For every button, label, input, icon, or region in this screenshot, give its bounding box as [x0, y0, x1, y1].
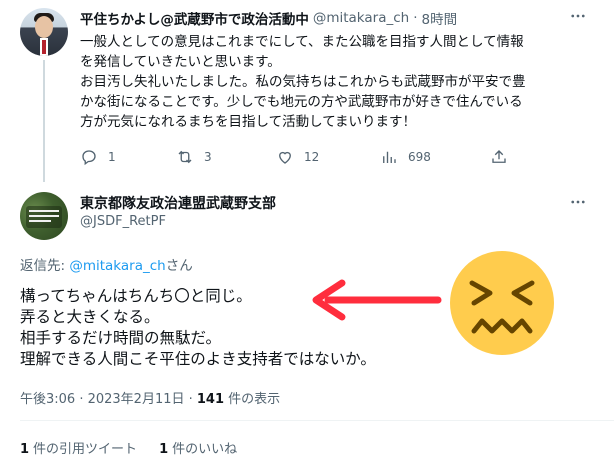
- like-count: 1: [159, 442, 169, 457]
- like-label: 件のいいね: [172, 442, 238, 457]
- retweet-icon: [178, 150, 192, 164]
- tweet-text-line: 理解できる人間こそ平住のよき支持者ではないか。: [20, 350, 376, 368]
- reply-prefix: 返信先:: [20, 258, 70, 274]
- avatar[interactable]: [20, 8, 68, 56]
- red-arrow: [312, 279, 442, 321]
- separator-dot: ·: [413, 10, 418, 26]
- reply-icon: [82, 150, 96, 166]
- tweet-parent[interactable]: 平住ちかよし@武蔵野市で政治活動中 @mitakara_ch · 8時間 一般人…: [0, 0, 614, 182]
- tweet-time[interactable]: 8時間: [422, 8, 458, 28]
- like-count: 12: [304, 150, 320, 164]
- views-label: 件の表示: [224, 392, 281, 407]
- like-icon: [279, 151, 291, 164]
- views-count: 698: [408, 150, 431, 164]
- user-handle[interactable]: @mitakara_ch: [313, 10, 409, 26]
- quote-tweets-link[interactable]: 1 件の引用ツイート: [20, 438, 137, 457]
- quote-label: 件の引用ツイート: [33, 442, 138, 457]
- avatar[interactable]: [20, 192, 68, 240]
- reply-suffix: さん: [165, 258, 193, 274]
- retweet-button[interactable]: 3: [176, 147, 212, 167]
- more-icon[interactable]: [568, 6, 588, 26]
- tweet-text-line: お目汚し失礼いたしました。私の気持ちはこれからも武蔵野市が平安で豊: [80, 74, 526, 90]
- tweet-text-line: 相手するだけ時間の無駄だ。: [20, 329, 222, 347]
- tweet-text: 一般人としての意見はこれまでにして、また公職を目指す人間として情報 を発信してい…: [80, 32, 600, 132]
- retweet-count: 3: [204, 150, 212, 164]
- user-handle[interactable]: @JSDF_RetPF: [80, 214, 166, 229]
- tweet-text-line: を発信していきたいと思います。: [80, 54, 281, 70]
- quote-count: 1: [20, 442, 30, 457]
- more-icon[interactable]: [568, 192, 588, 212]
- reply-context: 返信先: @mitakara_chさん: [20, 254, 193, 274]
- display-name[interactable]: 東京都隊友政治連盟武蔵野支部: [80, 193, 276, 213]
- share-icon: [492, 150, 506, 163]
- tweet-text-line: かな街になることです。少しでも地元の方や武蔵野市が好きで住んでいる: [80, 94, 523, 110]
- views-number: 141: [196, 392, 225, 407]
- divider: [20, 420, 614, 421]
- confounded-face-emoji: [450, 251, 554, 355]
- reply-button[interactable]: 1: [80, 147, 116, 167]
- reply-target-link[interactable]: @mitakara_ch: [69, 258, 165, 274]
- tweet-timestamp[interactable]: 午後3:06 · 2023年2月11日 ·: [20, 392, 197, 407]
- tweet-text-line: 方が元気になれるまちを目指して活動してまいります！: [80, 114, 417, 130]
- views-icon: [383, 151, 396, 163]
- engagement-counts: 1 件の引用ツイート 1 件のいいね: [20, 438, 259, 457]
- thread-connector: [43, 60, 45, 182]
- tweet-header: 平住ちかよし@武蔵野市で政治活動中 @mitakara_ch · 8時間: [80, 8, 457, 28]
- tweet-actions: 1 3 12 698: [80, 147, 510, 167]
- share-button[interactable]: [490, 147, 508, 167]
- likes-link[interactable]: 1 件のいいね: [159, 438, 237, 457]
- like-button[interactable]: 12: [276, 147, 319, 167]
- reply-count: 1: [108, 150, 116, 164]
- display-name[interactable]: 平住ちかよし@武蔵野市で政治活動中: [80, 8, 309, 28]
- views-button[interactable]: 698: [380, 147, 431, 167]
- tweet-text-line: 一般人としての意見はこれまでにして、また公職を目指す人間として情報: [80, 34, 524, 50]
- tweet-meta: 午後3:06 · 2023年2月11日 · 141 件の表示: [20, 388, 280, 407]
